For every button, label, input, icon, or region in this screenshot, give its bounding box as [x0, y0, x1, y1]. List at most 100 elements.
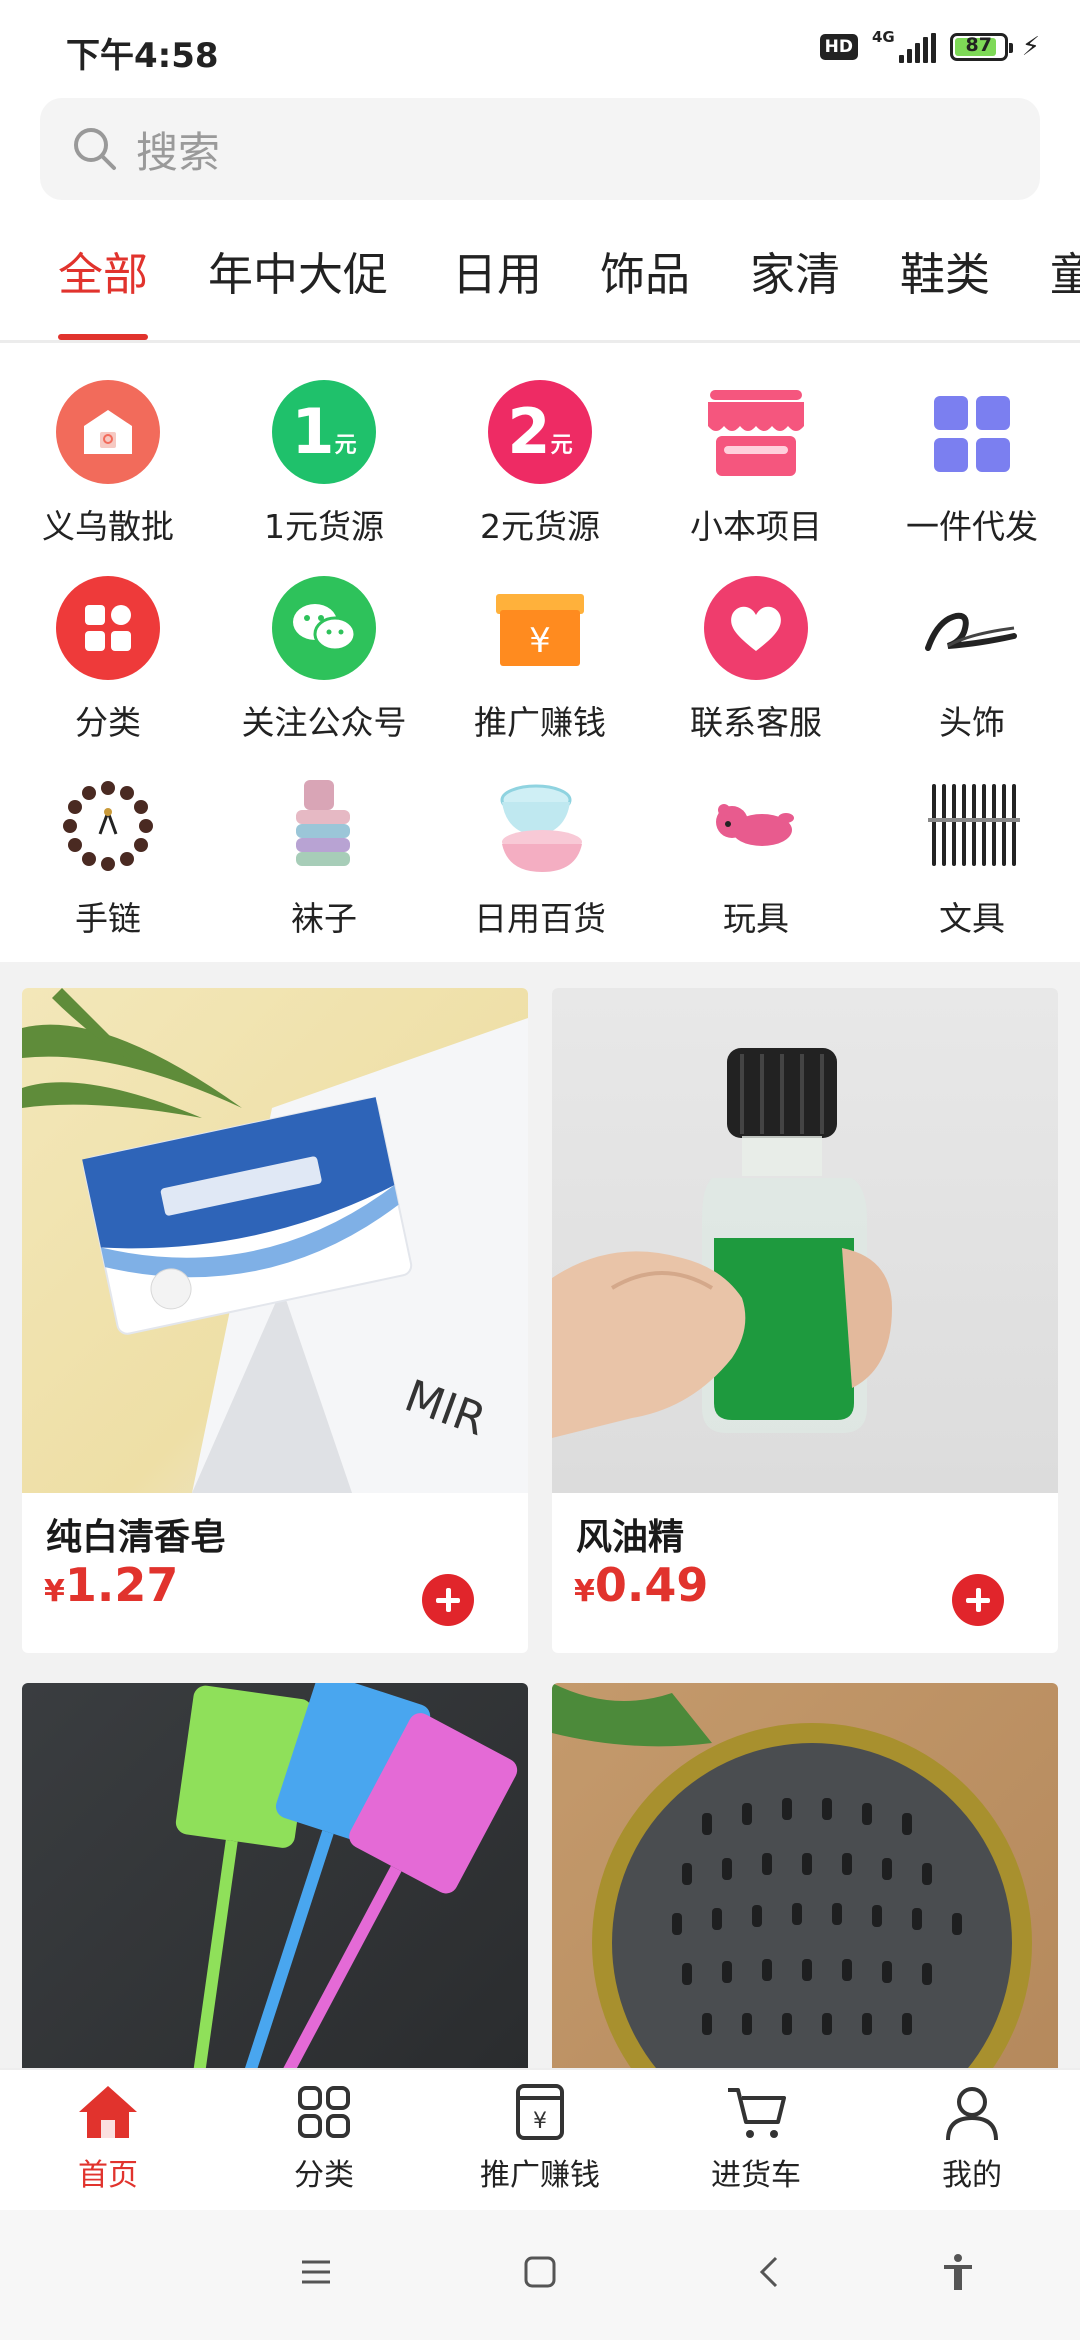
charging-icon: ⚡	[1021, 31, 1040, 62]
product-name: 纯白清香皂	[46, 1517, 227, 1558]
shortcut-one-yuan[interactable]: 1元 1元货源	[216, 372, 432, 562]
nav-category[interactable]: 分类	[216, 2082, 432, 2194]
nav-promote[interactable]: ¥ 推广赚钱	[432, 2082, 648, 2194]
store-icon	[54, 380, 162, 488]
tab-daily[interactable]: 日用	[452, 240, 542, 340]
shortcut-label: 袜子	[291, 899, 357, 938]
category-tabs: 全部 年中大促 日用 饰品 家清 鞋类 童	[0, 240, 1080, 343]
shortcut-category[interactable]: 分类	[0, 568, 216, 758]
category-grid-icon	[298, 2086, 350, 2138]
product-card[interactable]	[22, 1683, 528, 2083]
soap-image: MIR	[22, 988, 528, 1493]
system-navigation-bar	[0, 2210, 1080, 2340]
shortcut-label: 推广赚钱	[474, 703, 606, 742]
status-icons: HD 4G 87 ⚡	[819, 30, 1040, 63]
grid-four-icon	[918, 380, 1026, 488]
accessibility-icon[interactable]	[940, 2252, 976, 2292]
nav-home[interactable]: 首页	[0, 2082, 216, 2194]
nav-label: 分类	[294, 2158, 354, 2193]
shop-awning-icon	[702, 380, 810, 488]
shortcut-label: 头饰	[939, 703, 1005, 742]
signal-icon: 4G	[872, 30, 936, 63]
shortcut-hair-accessories[interactable]: 头饰	[864, 568, 1080, 758]
fly-swatter-image	[22, 1683, 528, 2083]
shortcut-bracelet[interactable]: 手链	[0, 764, 216, 954]
tab-all[interactable]: 全部	[58, 240, 149, 340]
pens-icon	[918, 772, 1026, 880]
add-to-cart-button[interactable]	[952, 1574, 1004, 1626]
shortcut-label: 玩具	[723, 899, 789, 938]
shortcut-toys[interactable]: 玩具	[648, 764, 864, 954]
shortcut-small-business[interactable]: 小本项目	[648, 372, 864, 562]
back-icon[interactable]	[752, 2252, 788, 2292]
shortcut-label: 文具	[939, 899, 1005, 938]
profile-icon	[946, 2087, 998, 2141]
oil-bottle-image	[552, 988, 1058, 1493]
nav-cart[interactable]: 进货车	[648, 2082, 864, 2194]
promote-icon: ¥	[516, 2084, 564, 2140]
shortcut-label: 一件代发	[906, 507, 1038, 546]
tab-home-cleaning[interactable]: 家清	[750, 240, 840, 340]
shortcut-daily-goods[interactable]: 日用百货	[432, 764, 648, 954]
nav-label: 首页	[78, 2158, 138, 2193]
bracelet-icon	[54, 772, 162, 880]
search-icon	[74, 128, 116, 170]
menu-icon[interactable]	[298, 2252, 334, 2292]
nav-label: 推广赚钱	[480, 2158, 600, 2193]
shortcut-label: 关注公众号	[241, 703, 407, 742]
shortcut-label: 手链	[75, 899, 141, 938]
tab-shoes[interactable]: 鞋类	[900, 240, 990, 340]
nav-profile[interactable]: 我的	[864, 2082, 1080, 2194]
hair-clip-icon	[918, 576, 1026, 684]
network-label: 4G	[871, 28, 895, 46]
shortcut-label: 义乌散批	[42, 507, 174, 546]
shortcut-label: 分类	[75, 703, 141, 742]
home-square-icon[interactable]	[522, 2252, 558, 2292]
product-card[interactable]: MIR 纯白清香皂 ¥1.27	[22, 988, 528, 1653]
wechat-icon	[270, 576, 378, 684]
cart-icon	[728, 2088, 786, 2138]
drain-cover-image	[552, 1683, 1058, 2083]
status-bar: 下午4:58 HD 4G 87 ⚡	[0, 0, 1080, 96]
category-icon	[54, 576, 162, 684]
product-card[interactable]	[552, 1683, 1058, 2083]
battery-level: 87	[965, 33, 992, 56]
one-yuan-icon: 1元	[270, 380, 378, 488]
nav-label: 我的	[942, 2158, 1002, 2193]
product-card[interactable]: 风油精 ¥0.49	[552, 988, 1058, 1653]
add-to-cart-button[interactable]	[422, 1574, 474, 1626]
shortcut-stationery[interactable]: 文具	[864, 764, 1080, 954]
hd-icon: HD	[819, 33, 858, 60]
bottom-navigation: 首页 分类 ¥ 推广赚钱 进货车 我的	[0, 2068, 1080, 2212]
shortcut-customer-service[interactable]: 联系客服	[648, 568, 864, 758]
tab-kids[interactable]: 童	[1050, 240, 1080, 340]
shortcut-label: 联系客服	[690, 703, 822, 742]
tab-mid-year-sale[interactable]: 年中大促	[208, 240, 388, 340]
shortcut-promote-earn[interactable]: ¥ 推广赚钱	[432, 568, 648, 758]
nav-label: 进货车	[711, 2158, 801, 2193]
search-placeholder: 搜索	[136, 127, 221, 177]
status-time: 下午4:58	[66, 36, 219, 76]
shortcut-label: 小本项目	[690, 507, 822, 546]
shortcut-follow-account[interactable]: 关注公众号	[216, 568, 432, 758]
svg-text:¥: ¥	[529, 621, 551, 661]
home-icon	[79, 2086, 137, 2138]
battery-icon: 87	[949, 32, 1013, 61]
shortcut-label: 日用百货	[474, 899, 606, 938]
socks-icon	[270, 772, 378, 880]
product-price: ¥1.27	[44, 1558, 179, 1612]
shortcut-yiwu-wholesale[interactable]: 义乌散批	[0, 372, 216, 562]
shortcut-label: 1元货源	[264, 507, 384, 546]
shortcut-two-yuan[interactable]: 2元 2元货源	[432, 372, 648, 562]
tab-accessories[interactable]: 饰品	[600, 240, 690, 340]
search-bar[interactable]: 搜索	[40, 98, 1040, 200]
toy-icon	[702, 772, 810, 880]
shortcut-label: 2元货源	[480, 507, 600, 546]
promote-box-icon: ¥	[486, 576, 594, 684]
two-yuan-icon: 2元	[486, 380, 594, 488]
basin-icon	[486, 772, 594, 880]
product-price: ¥0.49	[574, 1558, 709, 1612]
shortcut-dropship[interactable]: 一件代发	[864, 372, 1080, 562]
product-name: 风油精	[576, 1517, 685, 1558]
shortcut-socks[interactable]: 袜子	[216, 764, 432, 954]
